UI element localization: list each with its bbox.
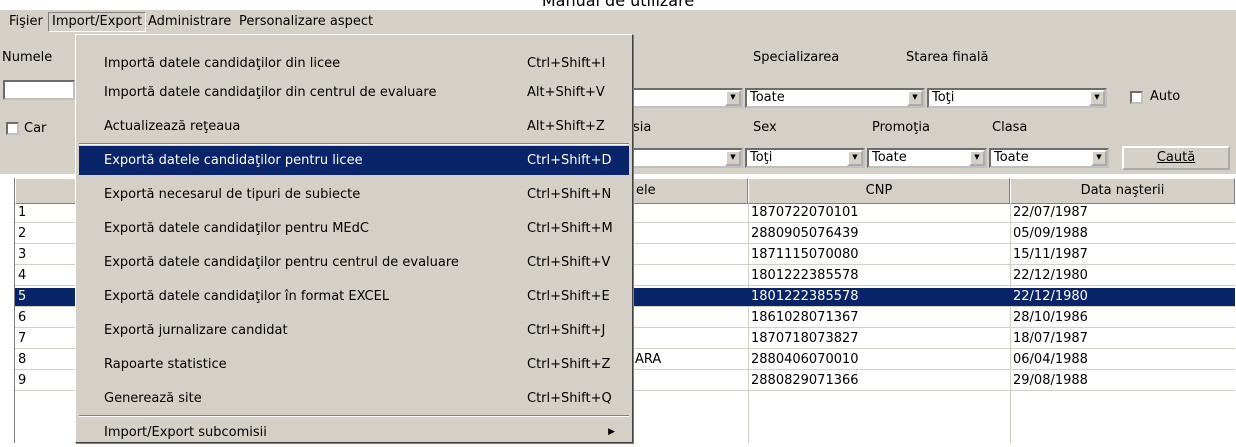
menu-item-label: Exportă datele candidaţilor în format EX… [104, 289, 390, 304]
row-number-cell: 1 [18, 205, 27, 220]
car-label: Car [24, 121, 47, 136]
numele-label: Numele [2, 50, 53, 65]
auto-checkbox[interactable] [1130, 91, 1143, 104]
import-export-menu: Importă datele candidaţilor din licee Ctr… [75, 34, 633, 443]
table-header-nume[interactable]: ele [632, 178, 748, 204]
row-number-cell: 4 [18, 268, 27, 283]
sex-label: Sex [753, 120, 777, 135]
menu-item-shortcut: Ctrl+Shift+N [527, 187, 612, 202]
cnp-cell: 1871115070080 [751, 247, 859, 262]
date-cell: 22/12/1980 [1013, 289, 1088, 304]
menu-item-shortcut: Ctrl+Shift+I [527, 56, 606, 71]
menu-item-shortcut: Ctrl+Shift+D [527, 153, 612, 168]
menu-item[interactable]: Rapoarte statistice Ctrl+Shift+Z [79, 350, 629, 379]
specializarea-select[interactable]: Toate [745, 88, 925, 108]
starea-finala-label: Starea finală [906, 50, 989, 65]
row-number-cell: 9 [18, 373, 27, 388]
menu-item-label: Importă datele candidaţilor din licee [104, 56, 341, 71]
search-button[interactable]: Caută [1122, 146, 1230, 170]
date-cell: 28/10/1986 [1013, 310, 1088, 325]
menu-item[interactable]: Importă datele candidaţilor din licee Ctr… [79, 49, 629, 78]
row-number-cell: 3 [18, 247, 27, 262]
cnp-cell: 1861028071367 [751, 310, 859, 325]
cnp-cell: 1870722070101 [751, 205, 859, 220]
menu-item[interactable]: Exportă datele candidaţilor pentru centr… [79, 248, 629, 277]
starea-select[interactable]: Toţi [927, 88, 1107, 108]
menu-item-shortcut: Ctrl+Shift+Q [527, 391, 612, 406]
cnp-cell: 2880829071366 [751, 373, 859, 388]
auto-label: Auto [1150, 89, 1181, 104]
menu-separator [79, 415, 629, 417]
menu-item[interactable]: Actualizează reţeaua Alt+Shift+Z [79, 112, 629, 141]
menu-item-shortcut: Alt+Shift+V [527, 85, 605, 100]
chevron-down-icon[interactable]: ▼ [847, 150, 863, 166]
name-cell: ARA [635, 352, 662, 367]
menu-item-shortcut: Ctrl+Shift+E [527, 289, 610, 304]
cnp-cell: 1801222385578 [751, 268, 859, 283]
chevron-down-icon[interactable]: ▼ [1091, 150, 1107, 166]
row-number-cell: 6 [18, 310, 27, 325]
menu-bar: Fişier Import/Export Administrare Person… [0, 10, 1236, 34]
cnp-cell: 1870718073827 [751, 331, 859, 346]
menu-item-label: Exportă jurnalizare candidat [104, 323, 288, 338]
chevron-down-icon[interactable]: ▼ [1089, 90, 1105, 106]
document-title: Manual de utilizare [541, 0, 695, 10]
menu-item-label: Exportă datele candidaţilor pentru MEdC [104, 221, 369, 236]
row-number-cell: 5 [18, 289, 27, 304]
row-number-cell: 8 [18, 352, 27, 367]
numele-input[interactable] [3, 80, 75, 100]
specializarea-label: Specializarea [753, 50, 840, 65]
menu-item-shortcut: Ctrl+Shift+J [527, 323, 606, 338]
row-number-cell: 2 [18, 226, 27, 241]
menu-item-shortcut: Alt+Shift+Z [527, 119, 605, 134]
date-cell: 06/04/1988 [1013, 352, 1088, 367]
menu-item-label: Actualizează reţeaua [104, 119, 241, 134]
promotia-label: Promoţia [872, 120, 930, 135]
chevron-down-icon[interactable]: ▼ [725, 90, 741, 106]
chevron-down-icon[interactable]: ▼ [907, 90, 923, 106]
menu-item-shortcut: Ctrl+Shift+M [527, 221, 613, 236]
menu-item[interactable]: Exportă necesarul de tipuri de subiecte C… [79, 180, 629, 209]
menu-item-label: Importă datele candidaţilor din centrul … [104, 85, 437, 100]
cnp-cell: 1801222385578 [751, 289, 859, 304]
menu-item[interactable]: Exportă datele candidaţilor în format EX… [79, 282, 629, 311]
menu-fisier[interactable]: Fişier [6, 13, 46, 31]
menu-item-label: Rapoarte statistice [104, 357, 227, 372]
menu-item-label: Exportă datele candidaţilor pentru centr… [104, 255, 459, 270]
menu-item[interactable]: Exportă datele candidaţilor pentru licee… [79, 146, 629, 175]
chevron-down-icon[interactable]: ▼ [725, 150, 741, 166]
menu-item[interactable]: Generează site Ctrl+Shift+Q [79, 384, 629, 413]
sia-label: sia [633, 120, 652, 135]
menu-item-label: Exportă datele candidaţilor pentru licee [104, 153, 363, 168]
table-header-cnp[interactable]: CNP [748, 178, 1010, 204]
cnp-cell: 2880406070010 [751, 352, 859, 367]
row-number-cell: 7 [18, 331, 27, 346]
menu-item-shortcut: Ctrl+Shift+Z [527, 357, 611, 372]
date-cell: 15/11/1987 [1013, 247, 1088, 262]
menu-personalizare-aspect[interactable]: Personalizare aspect [236, 13, 376, 31]
menu-import-export[interactable]: Import/Export [48, 12, 147, 32]
menu-administrare[interactable]: Administrare [145, 13, 234, 31]
date-cell: 18/07/1987 [1013, 331, 1088, 346]
date-cell: 22/07/1987 [1013, 205, 1088, 220]
date-cell: 29/08/1988 [1013, 373, 1088, 388]
menu-item[interactable]: Exportă jurnalizare candidat Ctrl+Shift+J [79, 316, 629, 345]
menu-item-label: Exportă necesarul de tipuri de subiecte [104, 187, 361, 202]
menu-item[interactable]: Exportă datele candidaţilor pentru MEdC C… [79, 214, 629, 243]
menu-item-shortcut: Ctrl+Shift+V [527, 255, 611, 270]
date-cell: 05/09/1988 [1013, 226, 1088, 241]
car-checkbox[interactable] [6, 122, 19, 135]
menu-item-label: Generează site [104, 391, 202, 406]
clasa-label: Clasa [992, 120, 1028, 135]
menu-separator [79, 143, 629, 145]
chevron-down-icon[interactable]: ▼ [969, 150, 985, 166]
menu-item[interactable]: Importă datele candidaţilor din centrul … [79, 78, 629, 107]
table-header-data-nasterii[interactable]: Data naşterii [1010, 178, 1235, 204]
cnp-cell: 2880905076439 [751, 226, 859, 241]
date-cell: 22/12/1980 [1013, 268, 1088, 283]
